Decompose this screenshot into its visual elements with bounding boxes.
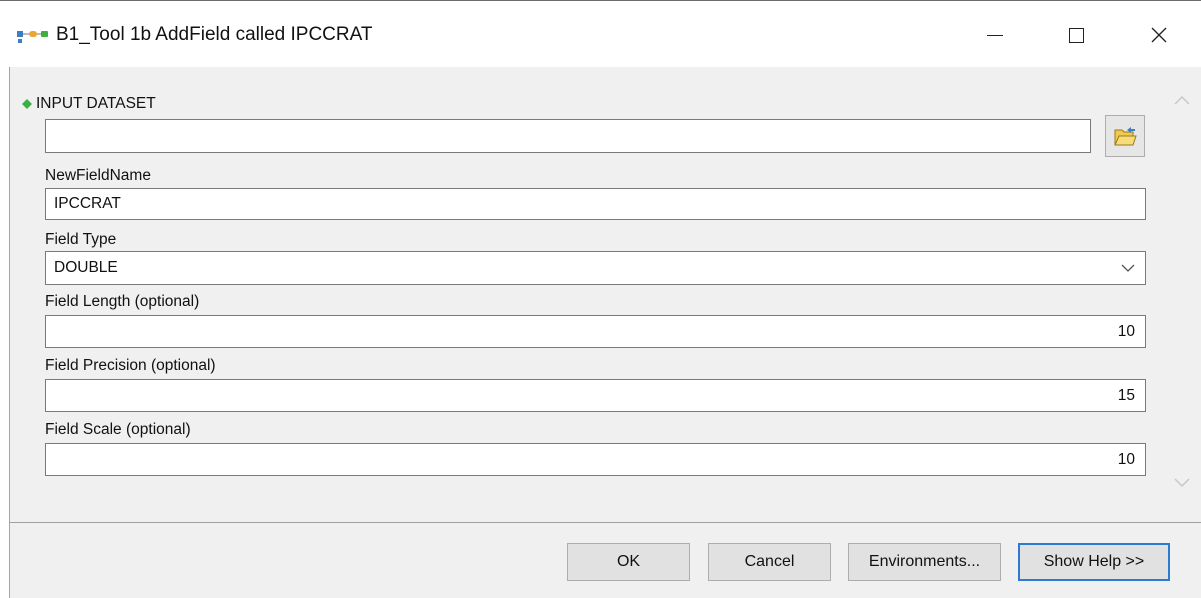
required-parameter-icon [22, 99, 32, 109]
field-precision-label: Field Precision (optional) [45, 357, 216, 374]
new-field-name-input[interactable]: IPCCRAT [45, 188, 1146, 220]
tool-dialog-window: B1_Tool 1b AddField called IPCCRAT INPUT… [0, 0, 1201, 598]
browse-button[interactable] [1105, 115, 1145, 157]
model-tool-icon [17, 31, 48, 43]
input-dataset-label: INPUT DATASET [36, 95, 156, 112]
dialog-client-area: INPUT DATASET NewFieldName IPCCRAT Field… [9, 67, 1201, 598]
new-field-name-label: NewFieldName [45, 167, 151, 184]
open-folder-icon [1114, 127, 1137, 146]
minimize-button[interactable] [966, 15, 1024, 55]
maximize-button[interactable] [1047, 15, 1105, 55]
chevron-up-icon[interactable] [1172, 91, 1192, 111]
window-title: B1_Tool 1b AddField called IPCCRAT [56, 24, 373, 45]
parameters-panel: INPUT DATASET NewFieldName IPCCRAT Field… [10, 67, 1160, 523]
vertical-scrollbar[interactable] [1160, 67, 1201, 523]
environments-button[interactable]: Environments... [848, 543, 1001, 581]
ok-button[interactable]: OK [567, 543, 690, 581]
field-precision-input[interactable]: 15 [45, 379, 1146, 412]
input-dataset-field[interactable] [45, 119, 1091, 153]
field-scale-input[interactable]: 10 [45, 443, 1146, 476]
field-type-value: DOUBLE [54, 259, 118, 276]
chevron-down-icon[interactable] [1172, 472, 1192, 492]
title-bar[interactable]: B1_Tool 1b AddField called IPCCRAT [0, 1, 1201, 67]
field-scale-label: Field Scale (optional) [45, 421, 191, 438]
field-type-label: Field Type [45, 231, 117, 248]
close-button[interactable] [1130, 15, 1188, 55]
dialog-footer: OK Cancel Environments... Show Help >> [10, 523, 1201, 598]
show-help-button[interactable]: Show Help >> [1018, 543, 1170, 581]
field-length-label: Field Length (optional) [45, 293, 200, 310]
field-type-select[interactable]: DOUBLE [45, 251, 1146, 285]
cancel-button[interactable]: Cancel [708, 543, 831, 581]
close-icon [1151, 27, 1167, 43]
chevron-down-icon [1121, 264, 1135, 272]
maximize-icon [1068, 27, 1084, 43]
minimize-icon [987, 34, 1003, 36]
field-length-input[interactable]: 10 [45, 315, 1146, 348]
